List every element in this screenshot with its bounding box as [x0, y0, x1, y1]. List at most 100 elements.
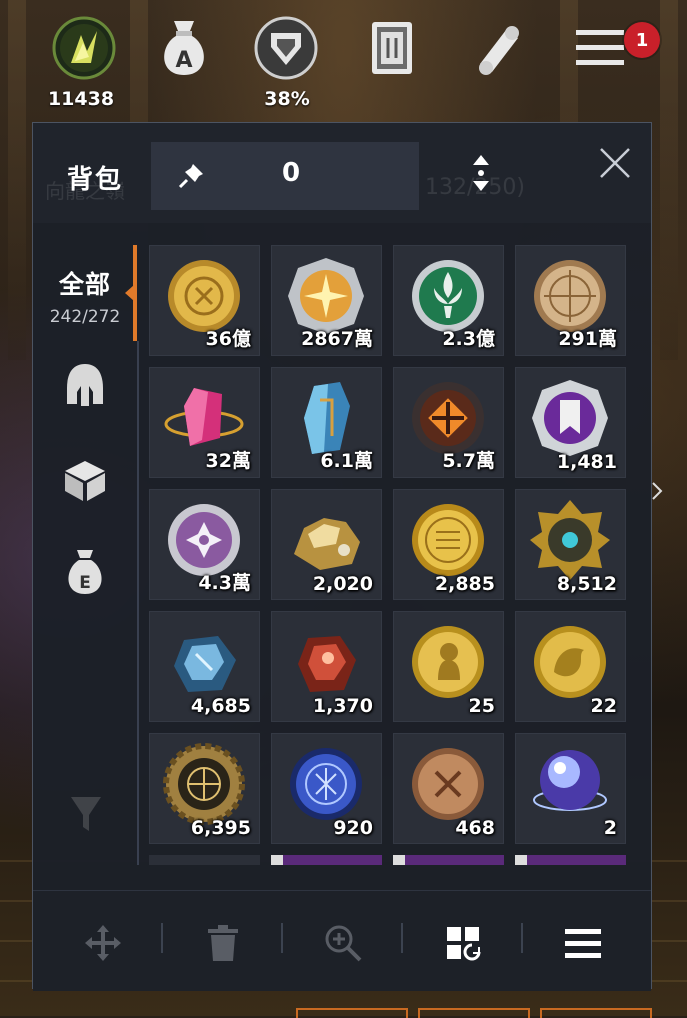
inventory-slot[interactable]: 2,020: [271, 489, 382, 600]
inventory-slot[interactable]: 32萬: [149, 367, 260, 478]
trash-icon[interactable]: [201, 921, 245, 965]
item-quantity: 291萬: [558, 328, 617, 350]
gold-ore-icon: [294, 518, 360, 570]
item-quantity: 2: [603, 817, 617, 839]
engraved-gold-coin-icon: [412, 504, 484, 576]
item-quantity: 4.3萬: [198, 572, 251, 594]
item-quantity: 5.7萬: [442, 450, 495, 472]
item-quantity: 2.3億: [442, 328, 495, 350]
armor-percent: 38%: [264, 88, 310, 110]
search-box[interactable]: 0: [151, 142, 419, 210]
item-quantity: 468: [455, 817, 495, 839]
item-quantity: 4,685: [190, 695, 251, 717]
inventory-slot[interactable]: 36億: [149, 245, 260, 356]
money-bag-a-icon[interactable]: A: [150, 14, 218, 82]
inventory-slot[interactable]: 920: [271, 733, 382, 844]
copper-coin-icon: [412, 748, 484, 820]
toolbar-separator: [521, 923, 523, 953]
item-quantity: 22: [590, 695, 617, 717]
search-value[interactable]: 0: [271, 158, 311, 188]
svg-text:A: A: [175, 48, 192, 73]
partial-row-cell: [515, 855, 626, 865]
item-quantity: 36億: [205, 328, 251, 350]
purple-banner-coin-icon: [532, 380, 608, 456]
sort-icon[interactable]: [467, 151, 495, 195]
bottom-button-edge: [418, 1008, 530, 1018]
panel-header: 向龍之嶺 132/250) 背包 0: [33, 123, 651, 223]
filter-icon[interactable]: [69, 795, 103, 835]
inventory-slot[interactable]: 468: [393, 733, 504, 844]
partial-row-cell: [149, 855, 260, 865]
bottom-button-edge: [296, 1008, 408, 1018]
inventory-slot[interactable]: 6,395: [149, 733, 260, 844]
blue-rune-coin-icon: [290, 748, 362, 820]
active-tab-arrow: [125, 285, 134, 301]
category-all-label: 全部: [58, 270, 111, 299]
item-quantity: 920: [333, 817, 373, 839]
box-icon[interactable]: [61, 457, 109, 505]
grid-sort-icon[interactable]: [441, 921, 485, 965]
helmet-icon[interactable]: [61, 361, 109, 409]
item-quantity: 2,020: [312, 573, 373, 595]
category-all-count: 242/272: [49, 307, 121, 327]
svg-text:E: E: [79, 573, 91, 593]
inventory-slot[interactable]: 2867萬: [271, 245, 382, 356]
toolbar-separator: [281, 923, 283, 953]
red-gem-icon: [298, 636, 356, 692]
blue-gem-icon: [174, 636, 236, 692]
inventory-slot[interactable]: 22: [515, 611, 626, 722]
item-quantity: 32萬: [205, 450, 251, 472]
armor-shield-icon[interactable]: [252, 14, 320, 82]
toolbar-separator: [401, 923, 403, 953]
item-quantity: 6.1萬: [320, 450, 373, 472]
background-pillar: [8, 0, 26, 360]
inventory-slot[interactable]: 8,512: [515, 489, 626, 600]
inventory-slot[interactable]: 4.3萬: [149, 489, 260, 600]
card-book-icon[interactable]: [358, 14, 426, 82]
item-quantity: 2867萬: [301, 328, 373, 350]
inventory-slot[interactable]: 5.7萬: [393, 367, 504, 478]
inventory-slot[interactable]: 2,885: [393, 489, 504, 600]
scroll-icon[interactable]: [464, 14, 532, 82]
item-quantity: 1,481: [556, 451, 617, 473]
partial-row-cell: [271, 855, 382, 865]
inventory-slot[interactable]: 1,370: [271, 611, 382, 722]
inventory-slot[interactable]: 291萬: [515, 245, 626, 356]
sidebar-divider: [137, 341, 139, 865]
item-quantity: 6,395: [190, 817, 251, 839]
zoom-icon[interactable]: [321, 921, 365, 965]
power-value: 11438: [47, 88, 115, 110]
item-quantity: 1,370: [312, 695, 373, 717]
chevron-right-icon[interactable]: [650, 480, 664, 502]
list-icon[interactable]: [561, 921, 605, 965]
inventory-slot[interactable]: 25: [393, 611, 504, 722]
item-quantity: 25: [468, 695, 495, 717]
bottom-toolbar: [33, 890, 651, 991]
inventory-slot[interactable]: 6.1萬: [271, 367, 382, 478]
ornate-emblem-icon: [530, 500, 610, 580]
notification-badge: 1: [624, 22, 660, 58]
inventory-panel: 向龍之嶺 132/250) 背包 0 全部 242/272 E 36億 2867…: [32, 122, 652, 991]
inventory-slot[interactable]: 4,685: [149, 611, 260, 722]
menu-icon[interactable]: [566, 14, 634, 82]
move-icon[interactable]: [81, 921, 125, 965]
inventory-slot[interactable]: 2.3億: [393, 245, 504, 356]
close-icon[interactable]: [595, 143, 635, 183]
portrait-gold-coin-icon: [412, 626, 484, 698]
partial-row-cell: [393, 855, 504, 865]
bottom-button-edge: [540, 1008, 652, 1018]
inventory-slot[interactable]: 2: [515, 733, 626, 844]
purple-orb-icon: [533, 750, 607, 811]
money-bag-e-icon[interactable]: E: [61, 549, 109, 597]
lion-gold-coin-icon: [534, 626, 606, 698]
item-quantity: 2,885: [434, 573, 495, 595]
feather-emblem-icon[interactable]: [50, 14, 118, 82]
category-all-tab[interactable]: 全部 242/272: [33, 245, 137, 341]
panel-title: 背包: [67, 165, 124, 195]
background-pillar: [660, 0, 678, 360]
toolbar-separator: [161, 923, 163, 953]
pin-icon[interactable]: [177, 162, 205, 190]
inventory-slot[interactable]: 1,481: [515, 367, 626, 478]
gear-medallion-icon: [163, 743, 245, 825]
item-quantity: 8,512: [556, 573, 617, 595]
